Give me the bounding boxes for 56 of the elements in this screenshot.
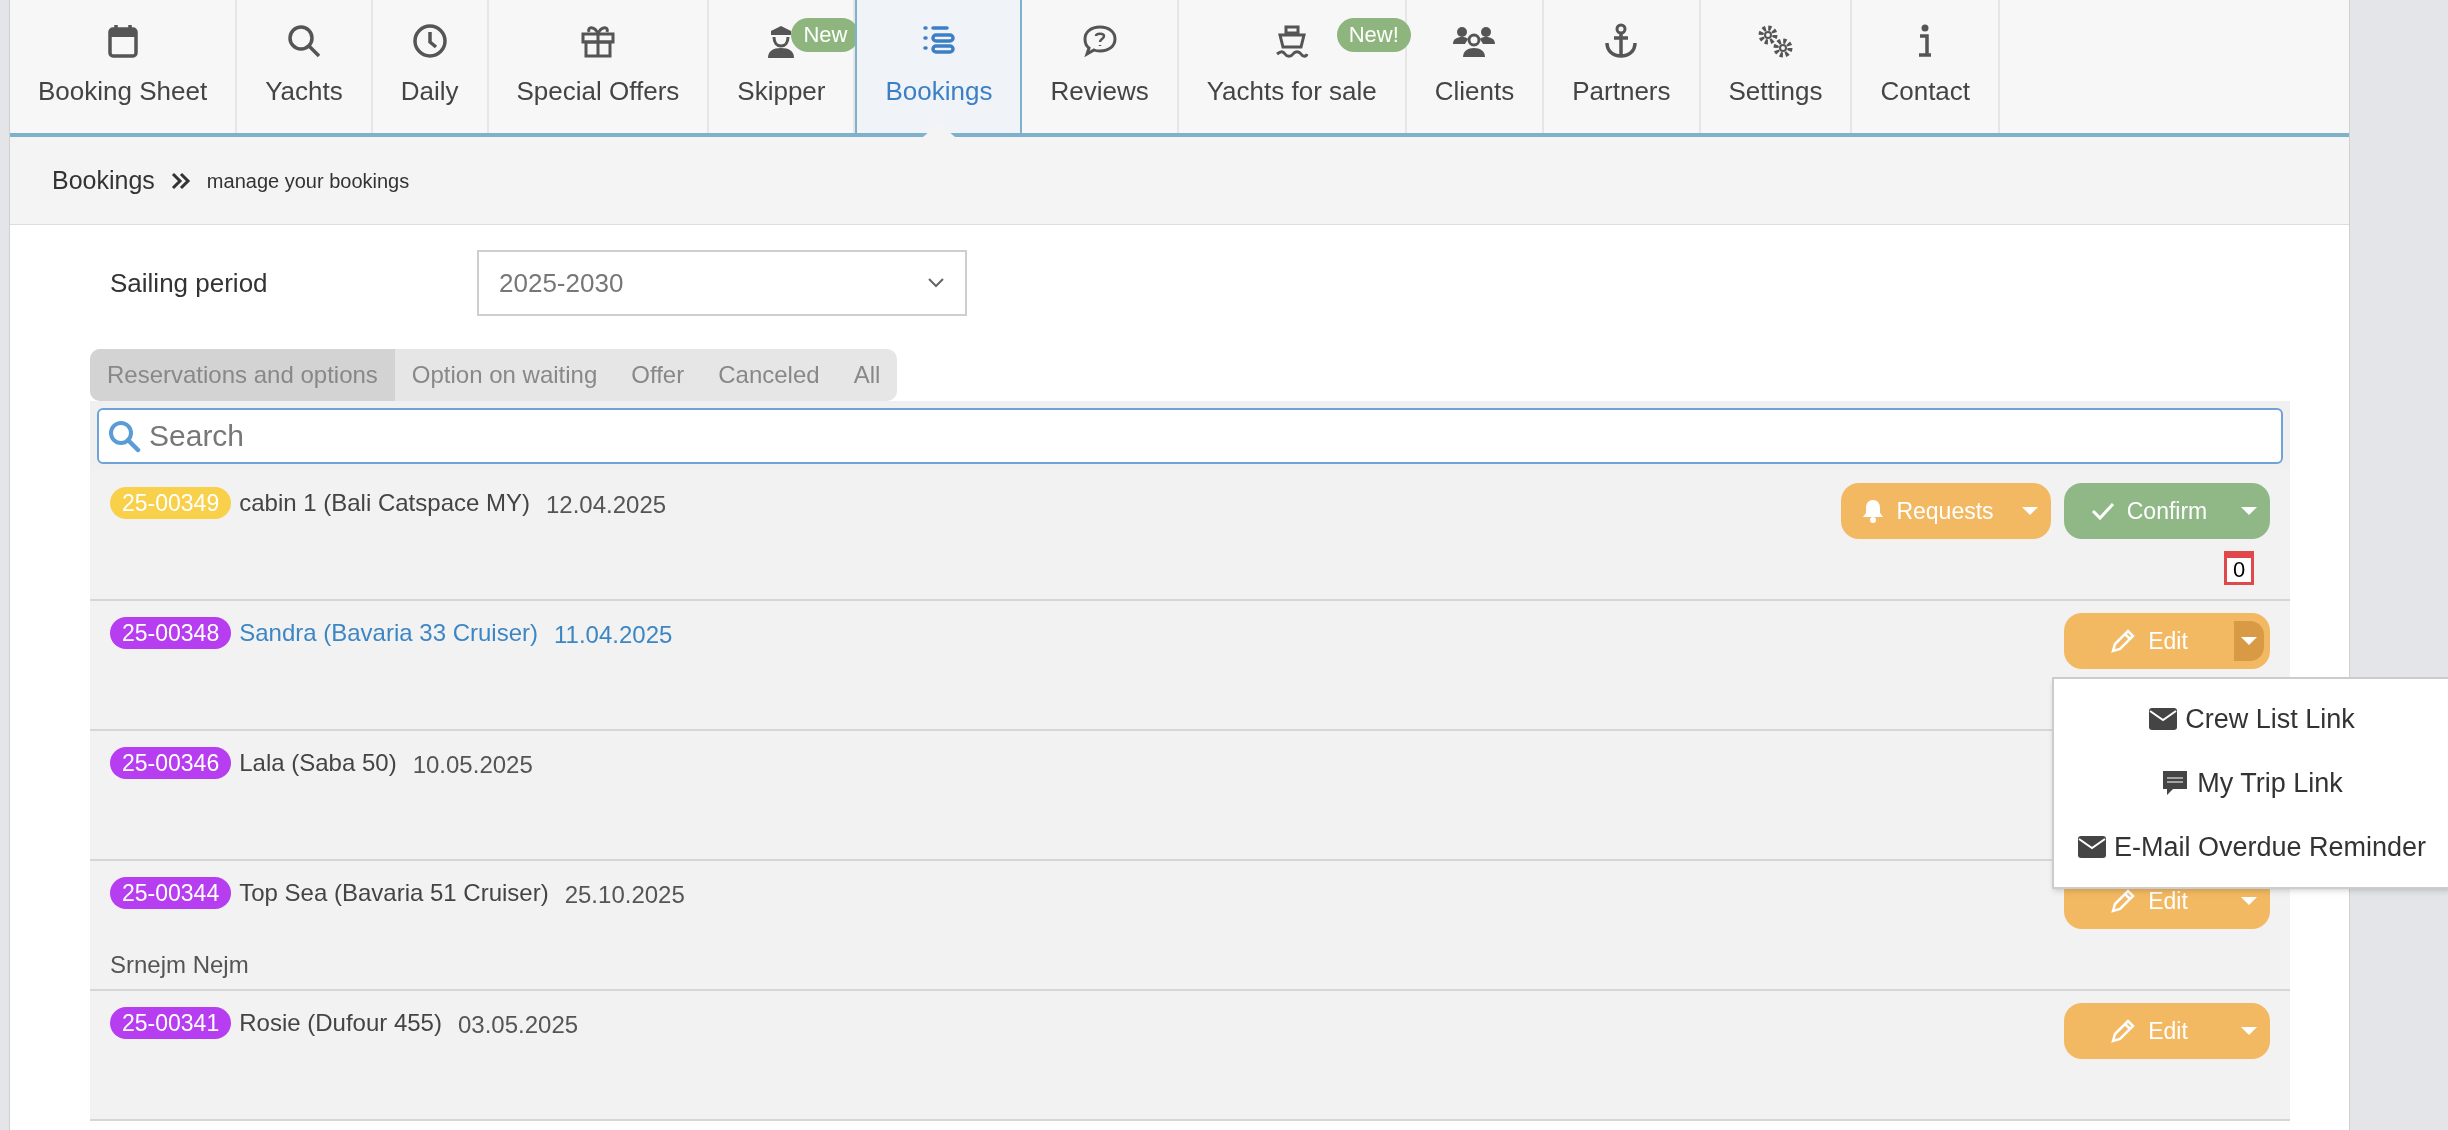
caret-icon	[2240, 896, 2258, 906]
client-name: Srnejm Nejm	[110, 950, 250, 980]
pencil-icon	[2110, 628, 2137, 654]
question-bubble-icon	[1081, 23, 1118, 59]
nav-tab[interactable]: Reviews	[1022, 0, 1179, 133]
caret-icon	[2240, 636, 2258, 646]
booking-number-badge: 25-00341	[110, 1007, 232, 1039]
search-icon	[285, 23, 322, 59]
caret-icon	[2240, 506, 2258, 516]
booking-number-badge: 25-00344	[110, 877, 232, 909]
gift-icon	[579, 23, 616, 59]
nav-tab[interactable]: Daily	[372, 0, 489, 133]
nav-tab[interactable]: Bookings	[855, 0, 1023, 133]
booking-date: 11.04.2025	[554, 620, 673, 650]
sailing-period-select[interactable]: 2025-2030	[477, 250, 967, 316]
nav-tab[interactable]: Partners	[1544, 0, 1701, 133]
nav-tab[interactable]: Booking Sheet	[10, 0, 238, 133]
double-chevron-icon	[170, 171, 191, 190]
anchor-icon	[1603, 23, 1640, 59]
booking-title[interactable]: Top Sea (Bavaria 51 Cruiser)	[239, 875, 549, 911]
booking-number-badge: 25-00349	[110, 487, 232, 519]
caret-icon	[2021, 506, 2039, 516]
booking-number-badge: 25-00346	[110, 747, 232, 779]
breadcrumb-title: Bookings	[52, 164, 155, 196]
booking-date: 25.10.2025	[564, 880, 685, 910]
caret-icon	[2240, 1026, 2258, 1036]
sms-bubble-icon	[2161, 769, 2190, 797]
search-icon	[107, 419, 141, 453]
nav-tab[interactable]: Contact	[1852, 0, 2001, 133]
nav-tab[interactable]: Yachts	[237, 0, 373, 133]
nav-tab[interactable]: Clients	[1406, 0, 1545, 133]
menu-item[interactable]: My Trip Link	[2054, 751, 2448, 815]
calendar-icon	[106, 23, 139, 59]
chevron-down-icon	[927, 277, 945, 289]
booking-title[interactable]: Lala (Saba 50)	[239, 745, 397, 781]
check-icon	[2090, 501, 2115, 521]
booking-title[interactable]: cabin 1 (Bali Catspace MY)	[239, 485, 530, 521]
booking-title[interactable]: Rosie (Dufour 455)	[239, 1005, 442, 1041]
users-icon	[1452, 24, 1497, 58]
booking-date: 10.05.2025	[412, 750, 533, 780]
clock-icon	[411, 23, 448, 59]
booking-date: 03.05.2025	[457, 1010, 579, 1040]
booking-date: 12.04.2025	[546, 490, 667, 520]
breadcrumb-subtitle: manage your bookings	[206, 168, 410, 194]
bell-icon	[1862, 499, 1885, 523]
calendar-count[interactable]: 0	[2224, 551, 2254, 585]
search-field[interactable]: Search	[97, 408, 2283, 464]
nav-tab[interactable]: Special Offers	[488, 0, 710, 133]
envelope-icon	[2077, 836, 2106, 858]
envelope-icon	[2149, 708, 2178, 730]
menu-item[interactable]: Crew List Link	[2054, 687, 2448, 751]
pencil-icon	[2110, 1018, 2137, 1044]
nav-tab[interactable]: Settings	[1700, 0, 1853, 133]
booking-number-badge: 25-00348	[110, 617, 232, 649]
new-badge: New!	[1336, 18, 1411, 52]
field-label: Sailing period	[110, 266, 269, 300]
